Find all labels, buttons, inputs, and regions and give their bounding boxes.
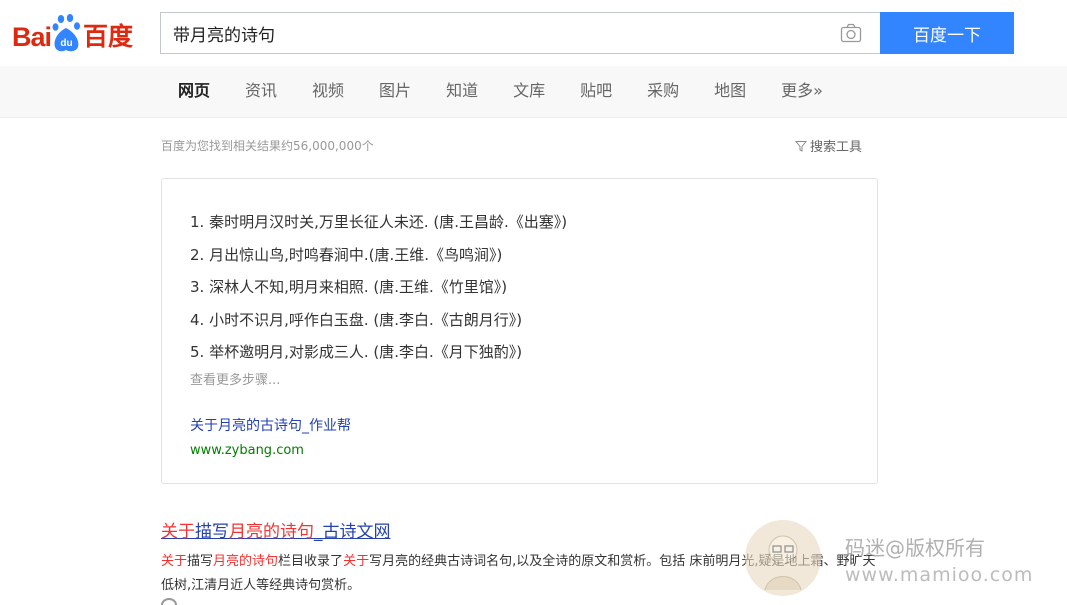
- poem-item: 4. 小时不识月,呼作白玉盘. (唐.李白.《古朗月行》): [190, 310, 523, 329]
- poem-list: 1. 秦时明月汉时关,万里长征人未还. (唐.王昌龄.《出塞》) 2. 月出惊山…: [190, 206, 567, 369]
- header: Bai du 百度 百度一下: [0, 0, 1067, 66]
- poem-item: 1. 秦时明月汉时关,万里长征人未还. (唐.王昌龄.《出塞》): [190, 213, 568, 231]
- result-count: 百度为您找到相关结果约56,000,000个: [161, 139, 374, 153]
- search-tools-label: 搜索工具: [810, 140, 863, 155]
- search-tools-button[interactable]: 搜索工具: [795, 136, 862, 155]
- tab-zhidao[interactable]: 知道: [446, 66, 478, 118]
- search-button[interactable]: 百度一下: [880, 12, 1014, 54]
- watermark-url: www.mamioo.com: [845, 564, 1034, 586]
- tab-caigou[interactable]: 采购: [647, 66, 679, 118]
- funnel-icon: [795, 140, 807, 152]
- title-highlight: 月亮的诗句: [229, 522, 314, 542]
- title-highlight: 关于: [161, 522, 195, 542]
- source-url: www.zybang.com: [190, 443, 304, 458]
- tab-video[interactable]: 视频: [312, 66, 344, 118]
- snippet-highlight: 月亮的诗句: [213, 554, 279, 569]
- watermark-text: 码迷@版权所有: [845, 536, 985, 560]
- snippet-text: 栏目收录了: [278, 554, 344, 569]
- tab-tieba[interactable]: 贴吧: [580, 66, 612, 118]
- tab-web[interactable]: 网页: [178, 66, 210, 118]
- tab-news[interactable]: 资讯: [245, 66, 277, 118]
- tab-more[interactable]: 更多»: [781, 66, 823, 118]
- snippet-text: 描写: [187, 554, 214, 569]
- answer-card: 1. 秦时明月汉时关,万里长征人未还. (唐.王昌龄.《出塞》) 2. 月出惊山…: [161, 178, 878, 484]
- see-more-link[interactable]: 查看更多步骤...: [190, 369, 280, 388]
- svg-text:du: du: [60, 38, 72, 49]
- snippet-highlight: 关于: [161, 554, 188, 569]
- title-text: 描写: [195, 522, 229, 542]
- tab-images[interactable]: 图片: [379, 66, 411, 118]
- watermark: 码迷@版权所有 www.mamioo.com: [745, 520, 1067, 605]
- tab-wenku[interactable]: 文库: [513, 66, 545, 118]
- tab-map[interactable]: 地图: [714, 66, 746, 118]
- poem-item: 5. 举杯邀明月,对影成三人. (唐.李白.《月下独酌》): [190, 343, 523, 361]
- camera-icon[interactable]: [840, 23, 862, 43]
- logo-text-du: 百度: [83, 22, 134, 51]
- title-text: _古诗文网: [314, 522, 391, 542]
- tabs-bar: 网页 资讯 视频 图片 知道 文库 贴吧 采购 地图 更多»: [0, 66, 1067, 118]
- baidu-logo[interactable]: Bai du 百度: [12, 8, 133, 54]
- snippet-highlight: 关于: [343, 554, 370, 569]
- result-title-link[interactable]: 关于描写月亮的诗句_古诗文网: [161, 517, 391, 542]
- poem-item: 3. 深林人不知,明月来相照. (唐.王维.《竹里馆》): [190, 278, 508, 296]
- search-input[interactable]: [161, 13, 821, 53]
- result-icon: [161, 598, 177, 605]
- source-title-link[interactable]: 关于月亮的古诗句_作业帮: [190, 415, 351, 435]
- poem-item: 2. 月出惊山鸟,时鸣春涧中.(唐.王维.《鸟鸣涧》): [190, 245, 503, 264]
- tab-list: 网页 资讯 视频 图片 知道 文库 贴吧 采购 地图 更多»: [178, 66, 858, 118]
- search-box: [160, 12, 880, 54]
- logo-text-bai: Bai: [12, 22, 52, 52]
- watermark-avatar-icon: [745, 520, 821, 596]
- paw-icon: du: [52, 14, 82, 54]
